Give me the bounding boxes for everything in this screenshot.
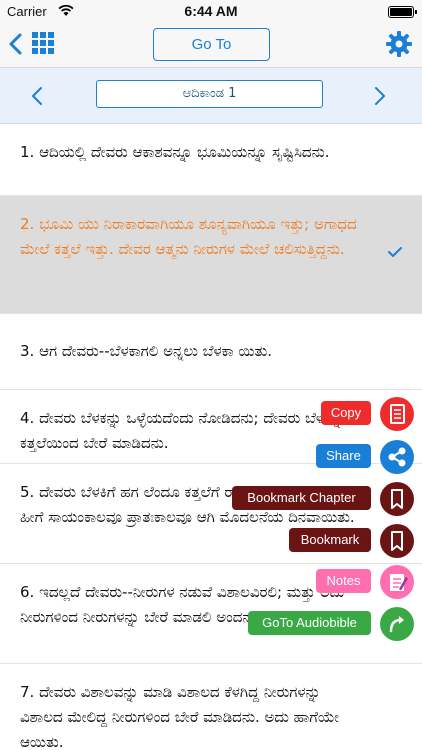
verse-text: 4. ದೇವರು ಬೆಳಕನ್ನು ಒಳ್ಳೆಯದೆಂದು ನೋಡಿದನು; ದ… (20, 409, 346, 452)
copy-button[interactable]: Copy (321, 401, 371, 425)
notes-button[interactable]: Notes (316, 569, 371, 593)
verse-text: 7. ದೇವರು ವಿಶಾಲವನ್ನು ಮಾಡಿ ವಿಶಾಲದ ಕೆಳಗಿದ್ದ… (20, 683, 340, 750)
bookmark-icon[interactable] (380, 524, 414, 558)
goto-audiobible-button[interactable]: GoTo Audiobible (248, 611, 371, 635)
verse-item-selected[interactable]: 2. ಭೂಮಿ ಯು ನಿರಾಕಾರವಾಗಿಯೂ ಶೂನ್ಯವಾಗಿಯೂ ಇತ್… (0, 196, 422, 314)
bookmark-chapter-button[interactable]: Bookmark Chapter (232, 486, 371, 510)
verse-item[interactable]: 7. ದೇವರು ವಿಶಾಲವನ್ನು ಮಾಡಿ ವಿಶಾಲದ ಕೆಳಗಿದ್ದ… (0, 664, 422, 750)
share-button[interactable]: Share (316, 444, 371, 468)
copy-icon[interactable] (380, 397, 414, 431)
previous-chapter-icon[interactable] (30, 86, 44, 106)
verse-item[interactable]: 3. ಆಗ ದೇವರು--ಬೆಳಕಾಗಲಿ ಅನ್ನಲು ಬೆಳಕಾ ಯಿತು. (0, 314, 422, 390)
share-icon[interactable] (380, 440, 414, 474)
grid-menu-icon[interactable] (32, 32, 54, 54)
verse-text: 1. ಆದಿಯಲ್ಲಿ ದೇವರು ಆಕಾಶವನ್ನೂ ಭೂಮಿಯನ್ನೂ ಸೃ… (20, 143, 330, 161)
verse-item[interactable]: 1. ಆದಿಯಲ್ಲಿ ದೇವರು ಆಕಾಶವನ್ನೂ ಭೂಮಿಯನ್ನೂ ಸೃ… (0, 124, 422, 196)
back-chevron-icon[interactable] (6, 32, 24, 56)
notes-icon[interactable] (380, 565, 414, 599)
status-time: 6:44 AM (184, 3, 238, 19)
bookmark-button[interactable]: Bookmark (289, 528, 371, 552)
goto-button[interactable]: Go To (153, 28, 270, 61)
verse-text: 2. ಭೂಮಿ ಯು ನಿರಾಕಾರವಾಗಿಯೂ ಶೂನ್ಯವಾಗಿಯೂ ಇತ್… (20, 215, 357, 258)
battery-icon (388, 6, 417, 18)
nav-bar: Go To (0, 22, 422, 68)
next-chapter-icon[interactable] (373, 86, 387, 106)
status-bar: Carrier 6:44 AM (0, 0, 422, 22)
verse-text: 3. ಆಗ ದೇವರು--ಬೆಳಕಾಗಲಿ ಅನ್ನಲು ಬೆಳಕಾ ಯಿತು. (20, 342, 273, 360)
gear-icon[interactable] (386, 31, 412, 57)
bookmark-chapter-icon[interactable] (380, 482, 414, 516)
chapter-bar: ಆದಿಕಾಂಡ 1 (0, 68, 422, 124)
audiobible-arrow-icon[interactable] (380, 607, 414, 641)
chapter-title[interactable]: ಆದಿಕಾಂಡ 1 (96, 80, 323, 108)
checkmark-icon (388, 247, 402, 257)
